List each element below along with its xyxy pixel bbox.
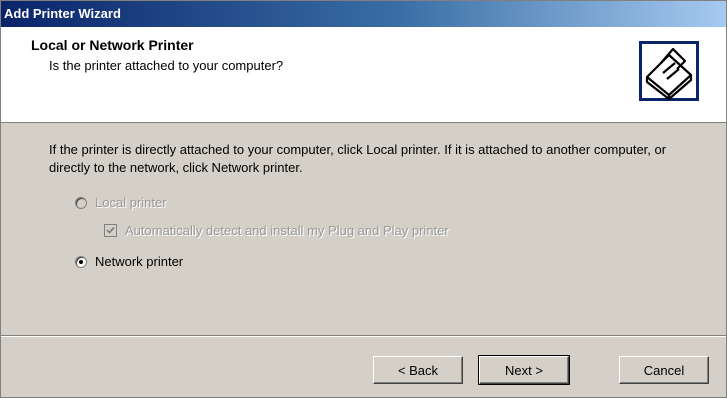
network-printer-radio-option[interactable]: Network printer [75,254,183,269]
wizard-header: Local or Network Printer Is the printer … [1,27,726,123]
wizard-content: If the printer is directly attached to y… [1,123,726,335]
cancel-button[interactable]: Cancel [619,356,709,384]
printer-icon [639,41,699,101]
title-bar[interactable]: Add Printer Wizard [1,1,726,27]
description-text: If the printer is directly attached to y… [49,142,667,175]
window-title: Add Printer Wizard [4,6,121,21]
auto-detect-checkbox [104,224,117,237]
add-printer-wizard-window: Add Printer Wizard Local or Network Prin… [0,0,727,398]
wizard-footer: < Back Next > Cancel [1,337,726,397]
auto-detect-checkbox-option: Automatically detect and install my Plug… [104,223,449,238]
network-printer-radio[interactable] [75,255,87,268]
page-title: Local or Network Printer [31,37,194,53]
local-printer-radio [75,196,87,209]
page-subtitle: Is the printer attached to your computer… [49,58,284,73]
checkmark-icon [106,226,115,234]
local-printer-radio-option: Local printer [75,195,167,210]
back-button[interactable]: < Back [373,356,463,384]
next-button[interactable]: Next > [478,355,570,385]
local-printer-label: Local printer [95,195,167,210]
auto-detect-label: Automatically detect and install my Plug… [125,223,449,238]
network-printer-label[interactable]: Network printer [95,254,183,269]
